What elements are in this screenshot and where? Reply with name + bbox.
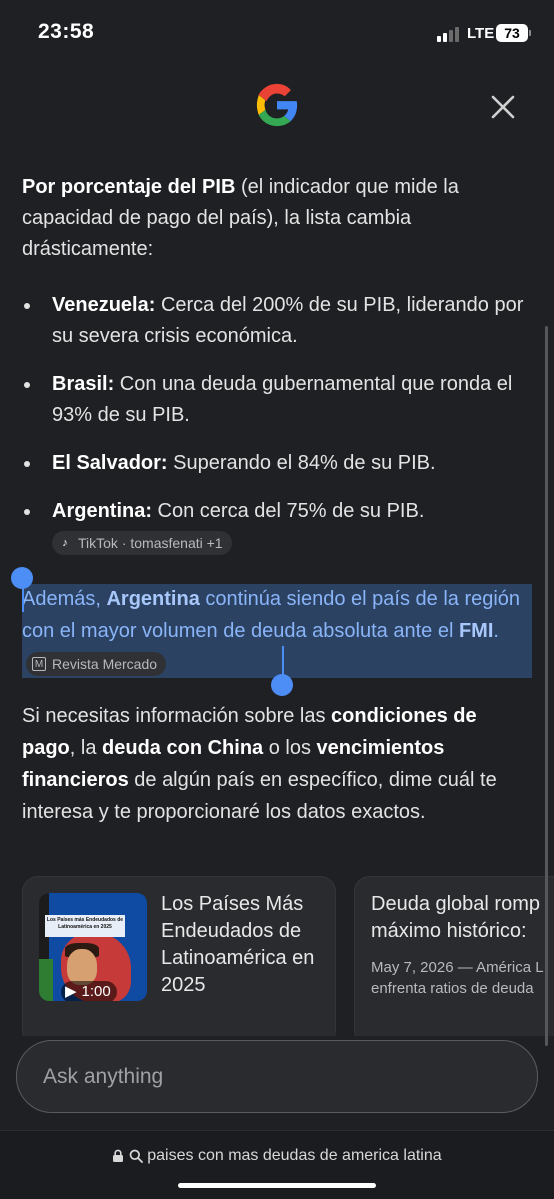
source-chip-revista-mercado[interactable]: M Revista Mercado [26, 651, 167, 676]
url-query: paises con mas deudas de america latina [147, 1147, 442, 1164]
card-title: Los Países Más Endeudados de Latinoaméri… [161, 893, 315, 996]
country-name: Argentina: [52, 500, 152, 522]
revista-mercado-icon: M [32, 656, 46, 671]
signal-icon [437, 26, 463, 42]
tiktok-icon: ♪ [62, 537, 68, 549]
selected-text: . [493, 620, 499, 642]
article-card[interactable]: Deuda global romp máximo histórico: May … [354, 876, 554, 1036]
selection-end-line [282, 646, 284, 676]
home-indicator[interactable] [178, 1183, 376, 1188]
para-text: Si necesitas información sobre las [22, 705, 332, 727]
card-title-line: máximo histórico: [371, 920, 527, 942]
country-detail: Con cerca del 75% de su PIB. [152, 500, 425, 522]
card-meta-line: enfrenta ratios de deuda [371, 980, 534, 997]
scrollbar[interactable] [545, 326, 548, 1046]
status-bar: 23:58 LTE 73 [0, 0, 554, 66]
selection-start-line [22, 588, 24, 612]
list-item: Argentina: Con cerca del 75% de su PIB. [22, 496, 532, 527]
country-detail: Con una deuda gubernamental que ronda el… [52, 373, 513, 426]
search-icon [129, 1149, 143, 1163]
network-type: LTE [467, 25, 495, 42]
para-bold: deuda con China [102, 737, 264, 759]
selection-end-handle[interactable] [271, 674, 293, 696]
source-chip-label: Revista Mercado [52, 655, 158, 672]
intro-paragraph: Por porcentaje del PIB (el indicador que… [22, 172, 532, 265]
country-detail: Superando el 84% de su PIB. [167, 452, 436, 474]
card-title: Deuda global romp máximo histórico: [371, 891, 554, 945]
intro-bold: Por porcentaje del PIB [22, 176, 236, 198]
selected-text: Además, [22, 588, 107, 610]
thumbnail-banner: Los Países más Endeudados de Latinoaméri… [45, 915, 125, 937]
battery-icon: 73 [496, 24, 528, 42]
url-bar[interactable]: paises con mas deudas de america latina [0, 1147, 554, 1165]
selected-paragraph[interactable]: Además, Argentina continúa siendo el paí… [22, 583, 532, 679]
google-g-logo [256, 83, 298, 127]
country-name: El Salvador: [52, 452, 168, 474]
source-chip-tiktok[interactable]: ♪ TikTok · tomasfenati +1 [52, 531, 232, 555]
play-icon: ▶ [65, 983, 77, 1000]
close-icon[interactable] [486, 90, 520, 124]
video-card[interactable]: Los Países más Endeudados de Latinoaméri… [22, 876, 336, 1036]
lock-icon [113, 1149, 124, 1162]
browser-bottom-bar: paises con mas deudas de america latina [0, 1130, 554, 1199]
list-item: El Salvador: Superando el 84% de su PIB. [22, 448, 532, 479]
card-title-line: Deuda global romp [371, 893, 540, 915]
followup-paragraph: Si necesitas información sobre las condi… [22, 700, 532, 828]
country-name: Venezuela: [52, 294, 156, 316]
para-text: , la [69, 737, 103, 759]
selected-bold: Argentina [106, 588, 200, 610]
play-badge: ▶ 1:00 [61, 981, 117, 1001]
ask-input[interactable]: Ask anything [16, 1040, 538, 1113]
video-thumbnail: Los Países más Endeudados de Latinoaméri… [39, 893, 147, 1001]
battery-nub [529, 30, 531, 36]
para-text: o los [263, 737, 317, 759]
video-duration: 1:00 [81, 983, 111, 1000]
country-name: Brasil: [52, 373, 115, 395]
country-list: Venezuela: Cerca del 200% de su PIB, lid… [22, 290, 532, 555]
card-meta: May 7, 2026 — América L enfrenta ratios … [371, 957, 554, 999]
selected-bold: FMI [458, 620, 494, 642]
list-item: Brasil: Con una deuda gubernamental que … [22, 369, 532, 431]
source-chip-label: TikTok · tomasfenati +1 [78, 535, 223, 551]
status-time: 23:58 [38, 20, 95, 43]
list-item: Venezuela: Cerca del 200% de su PIB, lid… [22, 290, 532, 352]
related-cards: Los Países más Endeudados de Latinoaméri… [22, 876, 554, 1036]
card-meta-line: May 7, 2026 — América L [371, 959, 544, 976]
selection-start-handle[interactable] [11, 567, 33, 589]
